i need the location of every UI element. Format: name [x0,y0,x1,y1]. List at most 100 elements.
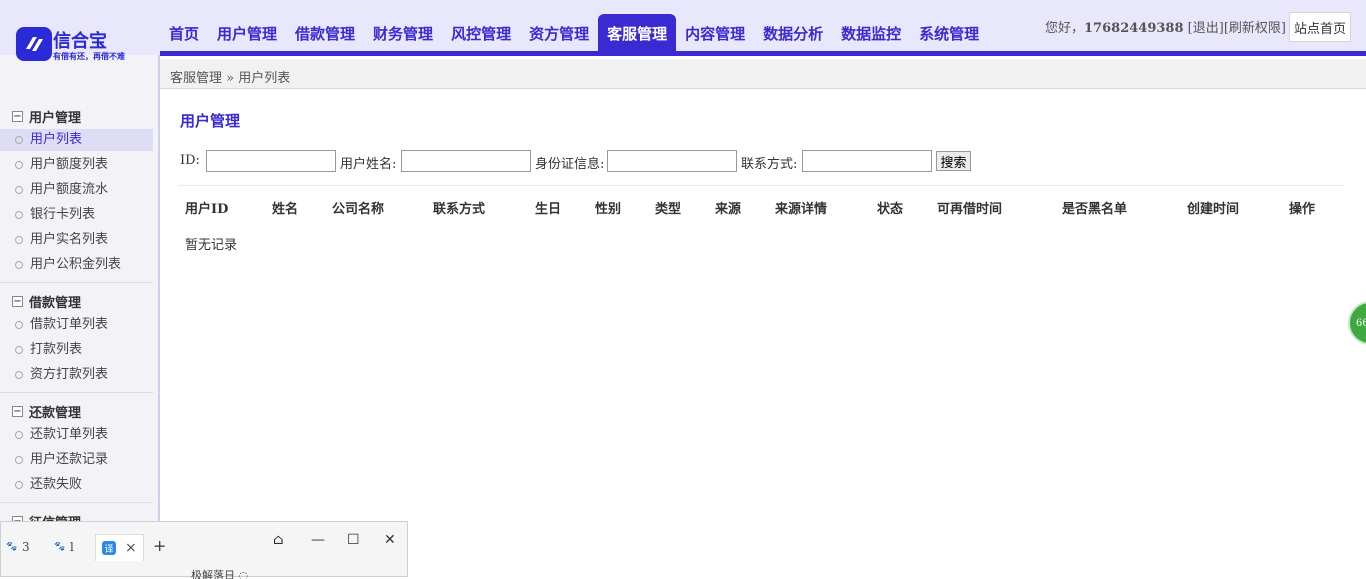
sidebar-group-label: 还款管理 [29,406,82,421]
skin-icon[interactable]: ⌂ [273,532,284,548]
sidebar-item-user-quota-flow[interactable]: 用户额度流水 [0,179,153,201]
toolbar-text: 极解落日 ◌ [191,569,249,579]
maximize-icon[interactable]: ☐ [347,532,360,548]
user-name-input[interactable] [401,150,531,172]
nav-customer-service[interactable]: 客服管理 [598,14,677,52]
circle-bullet-icon [15,136,23,144]
circle-bullet-icon [15,321,23,329]
sidebar-item-loan-order-list[interactable]: 借款订单列表 [0,314,153,336]
circle-bullet-icon [15,481,23,489]
tab-label: 3 [22,540,30,554]
sidebar-group-repayment-management[interactable]: − 还款管理 [12,402,81,421]
logout-link[interactable]: [退出] [1188,21,1224,36]
tab-label: l [70,540,74,554]
sidebar-item-real-name-list[interactable]: 用户实名列表 [0,229,153,251]
sidebar-item-funder-payment-list[interactable]: 资方打款列表 [0,364,153,386]
sidebar-group-loan-management[interactable]: − 借款管理 [12,292,81,311]
site-home-button[interactable]: 站点首页 [1289,12,1351,42]
translate-icon: 译 [102,541,116,555]
sidebar-group-user-management[interactable]: − 用户管理 [12,107,81,126]
circle-bullet-icon [15,186,23,194]
collapse-icon[interactable]: − [12,111,23,122]
sidebar-item-label: 银行卡列表 [30,207,96,222]
column-header: 是否黑名单 [1062,202,1128,217]
search-button[interactable]: 搜索 [936,151,971,171]
column-header: 用户ID [185,202,229,217]
sidebar-item-user-quota-list[interactable]: 用户额度列表 [0,154,153,176]
sidebar-item-user-repayment-records[interactable]: 用户还款记录 [0,449,153,471]
user-phone: 17682449388 [1084,21,1184,36]
sidebar-item-label: 还款失败 [30,477,83,492]
column-header: 可再借时间 [937,202,1003,217]
browser-tab[interactable]: 🐾 l [53,534,74,560]
logo-icon[interactable] [16,27,52,61]
nav-risk-management[interactable]: 风控管理 [442,14,520,52]
circle-bullet-icon [15,161,23,169]
column-header: 类型 [655,202,682,217]
circle-bullet-icon [15,211,23,219]
divider [0,392,153,393]
baidu-paw-icon: 🐾 [6,542,18,552]
greeting-text: 您好， [1045,21,1085,36]
nav-data-monitoring[interactable]: 数据监控 [832,14,910,52]
sidebar-item-label: 借款订单列表 [30,317,109,332]
column-header: 联系方式 [433,202,486,217]
page-title: 用户管理 [180,112,241,130]
nav-underline [160,51,1366,56]
nav-finance-management[interactable]: 财务管理 [364,14,442,52]
nav-data-analysis[interactable]: 数据分析 [754,14,832,52]
sidebar-item-label: 打款列表 [30,342,83,357]
sidebar-item-user-list[interactable]: 用户列表 [0,129,153,151]
user-info: 您好，17682449388 [退出][刷新权限] [1045,17,1286,36]
contact-input[interactable] [802,150,932,172]
nav-loan-management[interactable]: 借款管理 [286,14,364,52]
circle-bullet-icon [15,456,23,464]
breadcrumb: 客服管理 » 用户列表 [170,71,291,86]
user-name-label: 用户姓名: [340,157,397,172]
browser-tab-active[interactable]: 译 × [95,534,144,561]
new-tab-icon[interactable]: + [153,536,166,555]
nav-content-management[interactable]: 内容管理 [676,14,754,52]
floating-widget[interactable]: 66 [1348,301,1366,345]
column-header: 来源 [715,202,742,217]
circle-bullet-icon [15,261,23,269]
sidebar-item-repayment-order-list[interactable]: 还款订单列表 [0,424,153,446]
browser-tab[interactable]: 🐾 3 [5,534,30,560]
column-header: 公司名称 [332,202,385,217]
column-header: 性别 [595,202,622,217]
sidebar-item-payment-list[interactable]: 打款列表 [0,339,153,361]
contact-label: 联系方式: [741,157,798,172]
breadcrumb-bar: 客服管理 » 用户列表 [160,59,1366,89]
divider [0,282,153,283]
sidebar-group-label: 用户管理 [29,111,82,126]
browser-toolbar: 极解落日 ◌ [1,567,407,579]
nav-system-management[interactable]: 系统管理 [910,14,988,52]
logo-slogan: 有借有还，再借不难 [53,52,125,61]
refresh-permissions-link[interactable]: [刷新权限] [1224,21,1286,36]
table-top-divider [178,185,1344,186]
sidebar-item-housing-fund-list[interactable]: 用户公积金列表 [0,254,153,276]
sidebar-item-label: 用户额度列表 [30,157,109,172]
sidebar-item-label: 还款订单列表 [30,427,109,442]
id-input[interactable] [206,150,336,172]
collapse-icon[interactable]: − [12,406,23,417]
nav-user-management[interactable]: 用户管理 [208,14,286,52]
close-window-icon[interactable]: ✕ [384,532,396,548]
nav-funder-management[interactable]: 资方管理 [520,14,598,52]
close-tab-icon[interactable]: × [125,540,137,556]
column-header: 状态 [877,202,904,217]
minimize-icon[interactable]: — [311,532,325,548]
column-header: 姓名 [272,202,299,217]
sidebar-item-repayment-failed[interactable]: 还款失败 [0,474,153,496]
baidu-paw-icon: 🐾 [54,542,66,552]
sidebar-item-label: 资方打款列表 [30,367,109,382]
id-card-input[interactable] [607,150,737,172]
sidebar-item-bank-card-list[interactable]: 银行卡列表 [0,204,153,226]
sidebar-item-label: 用户列表 [30,132,83,147]
nav-home[interactable]: 首页 [160,14,208,52]
logo-title[interactable]: 信合宝 [53,27,107,53]
empty-state-text: 暂无记录 [185,238,238,253]
circle-bullet-icon [15,346,23,354]
collapse-icon[interactable]: − [12,296,23,307]
column-header: 来源详情 [775,202,828,217]
